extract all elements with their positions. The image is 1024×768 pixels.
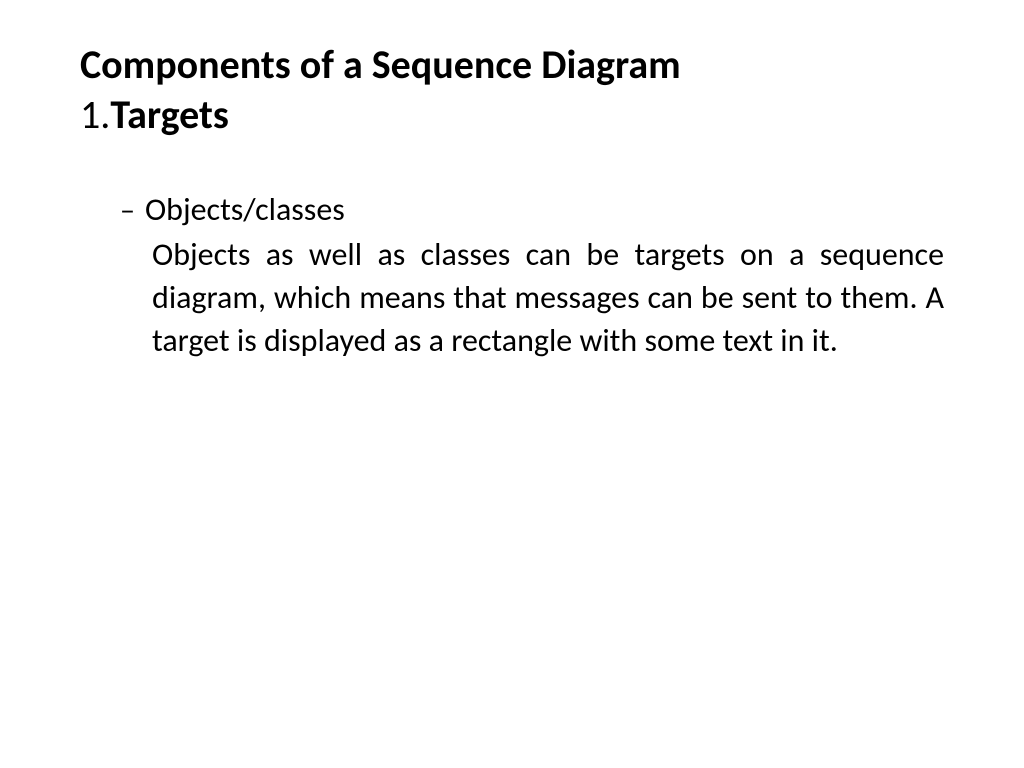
content-block: – Objects/classes Objects as well as cla… xyxy=(80,190,944,363)
subtitle-number: 1. xyxy=(80,90,110,139)
bullet-label: Objects/classes xyxy=(145,190,345,229)
slide-title: Components of a Sequence Diagram xyxy=(80,40,944,90)
bullet-dash-icon: – xyxy=(120,192,135,229)
slide-subtitle: 1.Targets xyxy=(80,90,944,140)
bullet-row: – Objects/classes xyxy=(120,190,944,229)
body-paragraph: Objects as well as classes can be target… xyxy=(120,233,944,363)
subtitle-text: Targets xyxy=(110,90,229,139)
title-block: Components of a Sequence Diagram 1.Targe… xyxy=(80,40,944,140)
